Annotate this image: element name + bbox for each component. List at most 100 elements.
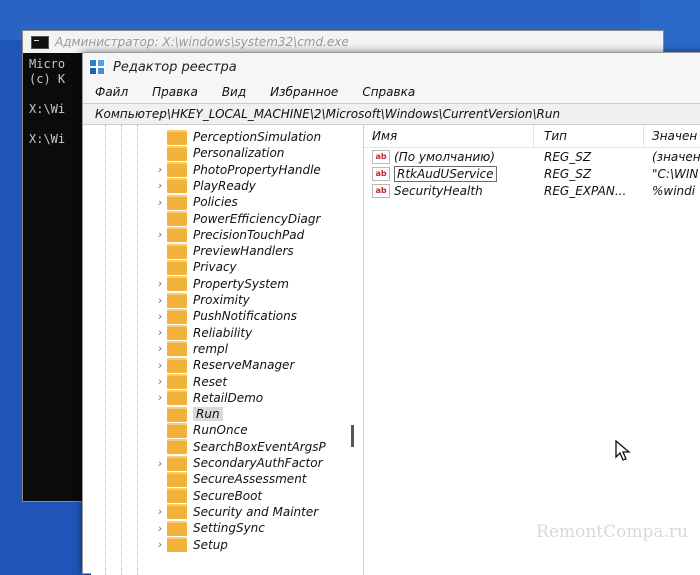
tree-scrollbar-thumb[interactable] bbox=[351, 425, 354, 447]
tree-key-label: PhotoPropertyHandle bbox=[193, 162, 321, 177]
tree-key-row[interactable]: › PushNotifications bbox=[153, 308, 297, 324]
tree-key-row[interactable]: › PropertySystem bbox=[153, 276, 289, 292]
tree-key-row[interactable]: PowerEfficiencyDiagr bbox=[153, 211, 320, 227]
tree-key-row[interactable]: › Reset bbox=[153, 374, 227, 390]
values-header: Имя Тип Значен bbox=[364, 125, 700, 148]
chevron-right-icon[interactable]: › bbox=[153, 538, 167, 551]
menu-help[interactable]: Справка bbox=[362, 85, 415, 99]
tree-key-row[interactable]: SecureBoot bbox=[153, 488, 262, 504]
tree-key-row[interactable]: › PhotoPropertyHandle bbox=[153, 162, 321, 178]
regedit-titlebar[interactable]: Редактор реестра bbox=[83, 53, 700, 81]
folder-icon bbox=[167, 390, 187, 406]
tree-key-label: rempl bbox=[193, 341, 228, 356]
folder-icon bbox=[167, 211, 187, 226]
chevron-right-icon[interactable]: › bbox=[153, 163, 167, 176]
chevron-right-icon[interactable]: › bbox=[153, 375, 167, 388]
column-name-header[interactable]: Имя bbox=[364, 125, 534, 147]
folder-icon bbox=[167, 259, 187, 275]
tree-key-row[interactable]: › PlayReady bbox=[153, 178, 256, 194]
chevron-right-icon[interactable]: › bbox=[153, 342, 167, 355]
tree-key-label: PowerEfficiencyDiagr bbox=[193, 211, 321, 226]
tree-key-label: Setup bbox=[193, 537, 228, 552]
address-path[interactable]: Компьютер\HKEY_LOCAL_MACHINE\2\Microsoft… bbox=[95, 107, 560, 121]
chevron-right-icon[interactable]: › bbox=[153, 294, 167, 307]
menu-edit[interactable]: Правка bbox=[152, 85, 198, 99]
address-bar[interactable]: Компьютер\HKEY_LOCAL_MACHINE\2\Microsoft… bbox=[83, 103, 700, 125]
tree-key-label: PrecisionTouchPad bbox=[193, 227, 305, 242]
tree-key-row[interactable]: › ReserveManager bbox=[153, 357, 294, 373]
tree-key-row[interactable]: SearchBoxEventArgsP bbox=[153, 439, 326, 455]
chevron-right-icon[interactable]: › bbox=[153, 326, 167, 339]
chevron-right-icon[interactable]: › bbox=[153, 310, 167, 323]
chevron-right-icon[interactable]: › bbox=[153, 179, 167, 192]
column-type-header[interactable]: Тип bbox=[534, 125, 644, 147]
tree-key-label: SettingSync bbox=[193, 521, 265, 536]
tree-key-label: SecondaryAuthFactor bbox=[193, 456, 323, 470]
tree-guide-line bbox=[105, 125, 106, 575]
folder-icon bbox=[167, 439, 187, 455]
cmd-line: X:\Wi bbox=[29, 132, 66, 146]
cmd-titlebar[interactable]: Администратор: X:\windows\system32\cmd.e… bbox=[23, 31, 663, 53]
chevron-right-icon[interactable]: › bbox=[153, 457, 167, 470]
tree-key-row[interactable]: › Setup bbox=[153, 537, 228, 553]
cmd-line bbox=[29, 117, 65, 132]
folder-icon bbox=[167, 276, 187, 292]
tree-key-row[interactable]: Personalization bbox=[153, 145, 284, 161]
registry-editor-window[interactable]: Редактор реестра Файл Правка Вид Избранн… bbox=[82, 52, 700, 575]
tree-key-row[interactable]: › Proximity bbox=[153, 292, 250, 308]
menu-file[interactable]: Файл bbox=[95, 85, 128, 99]
menu-view[interactable]: Вид bbox=[222, 85, 246, 99]
tree-key-label: RetailDemo bbox=[193, 390, 264, 405]
column-data-header[interactable]: Значен bbox=[644, 125, 697, 147]
value-row[interactable]: ab SecurityHealth REG_EXPAN... %windi bbox=[364, 182, 700, 199]
string-value-icon: ab bbox=[372, 166, 390, 181]
chevron-right-icon[interactable]: › bbox=[153, 228, 167, 241]
tree-key-row[interactable]: › PrecisionTouchPad bbox=[153, 227, 304, 243]
chevron-right-icon[interactable]: › bbox=[153, 359, 167, 372]
chevron-right-icon[interactable]: › bbox=[153, 522, 167, 535]
tree-key-row[interactable]: › RetailDemo bbox=[153, 390, 263, 406]
tree-key-row[interactable]: SecureAssessment bbox=[153, 471, 307, 487]
tree-key-row[interactable]: › Policies bbox=[153, 194, 238, 210]
tree-key-label: SearchBoxEventArgsP bbox=[193, 439, 326, 454]
tree-key-row[interactable]: PreviewHandlers bbox=[153, 243, 294, 259]
chevron-right-icon[interactable]: › bbox=[153, 277, 167, 290]
folder-icon bbox=[167, 162, 187, 178]
tree-key-row[interactable]: › SettingSync bbox=[153, 520, 265, 536]
watermark: RemontCompa.ru bbox=[536, 522, 688, 542]
tree-key-row[interactable]: PerceptionSimulation bbox=[153, 129, 321, 145]
tree-key-row[interactable]: › SecondaryAuthFactor bbox=[153, 455, 323, 471]
tree-key-row[interactable]: › Security and Mainter bbox=[153, 504, 318, 520]
string-value-icon: ab bbox=[372, 183, 390, 198]
value-type: REG_SZ bbox=[544, 149, 592, 164]
chevron-right-icon[interactable]: › bbox=[153, 505, 167, 518]
mouse-cursor-icon bbox=[615, 440, 631, 461]
value-row[interactable]: ab (По умолчанию) REG_SZ (значен bbox=[364, 148, 700, 165]
tree-key-label: PropertySystem bbox=[193, 276, 289, 291]
values-pane[interactable]: Имя Тип Значен ab (По умолчанию) REG_SZ (зн… bbox=[364, 125, 700, 575]
chevron-right-icon[interactable]: › bbox=[153, 391, 167, 404]
key-tree[interactable]: PerceptionSimulation Personalization › Phot… bbox=[91, 125, 364, 575]
registry-icon bbox=[89, 59, 105, 75]
value-data: %windi bbox=[652, 183, 696, 198]
tree-key-row[interactable]: RunOnce bbox=[153, 422, 248, 438]
tree-key-row[interactable]: Run bbox=[153, 406, 223, 422]
menu-favorites[interactable]: Избранное bbox=[270, 85, 338, 99]
regedit-title: Редактор реестра bbox=[113, 59, 237, 75]
tree-key-row[interactable]: Privacy bbox=[153, 259, 237, 275]
tree-key-row[interactable]: › Reliability bbox=[153, 325, 252, 341]
tree-key-label: PushNotifications bbox=[193, 309, 297, 324]
tree-key-label: ReserveManager bbox=[193, 358, 295, 373]
value-name-cell: ab RtkAudUService bbox=[364, 165, 534, 182]
tree-key-label: Privacy bbox=[193, 260, 237, 275]
folder-icon bbox=[167, 341, 187, 357]
chevron-right-icon[interactable]: › bbox=[153, 196, 167, 209]
tree-key-row[interactable]: › rempl bbox=[153, 341, 228, 357]
folder-icon bbox=[167, 194, 187, 210]
tree-key-label: SecureBoot bbox=[193, 488, 263, 503]
value-data: "C:\WIN bbox=[652, 166, 699, 181]
folder-icon bbox=[167, 227, 187, 243]
folder-icon bbox=[167, 520, 187, 536]
tree-key-label: Reset bbox=[193, 374, 228, 389]
value-row[interactable]: ab RtkAudUService REG_SZ "C:\WIN bbox=[364, 165, 700, 182]
